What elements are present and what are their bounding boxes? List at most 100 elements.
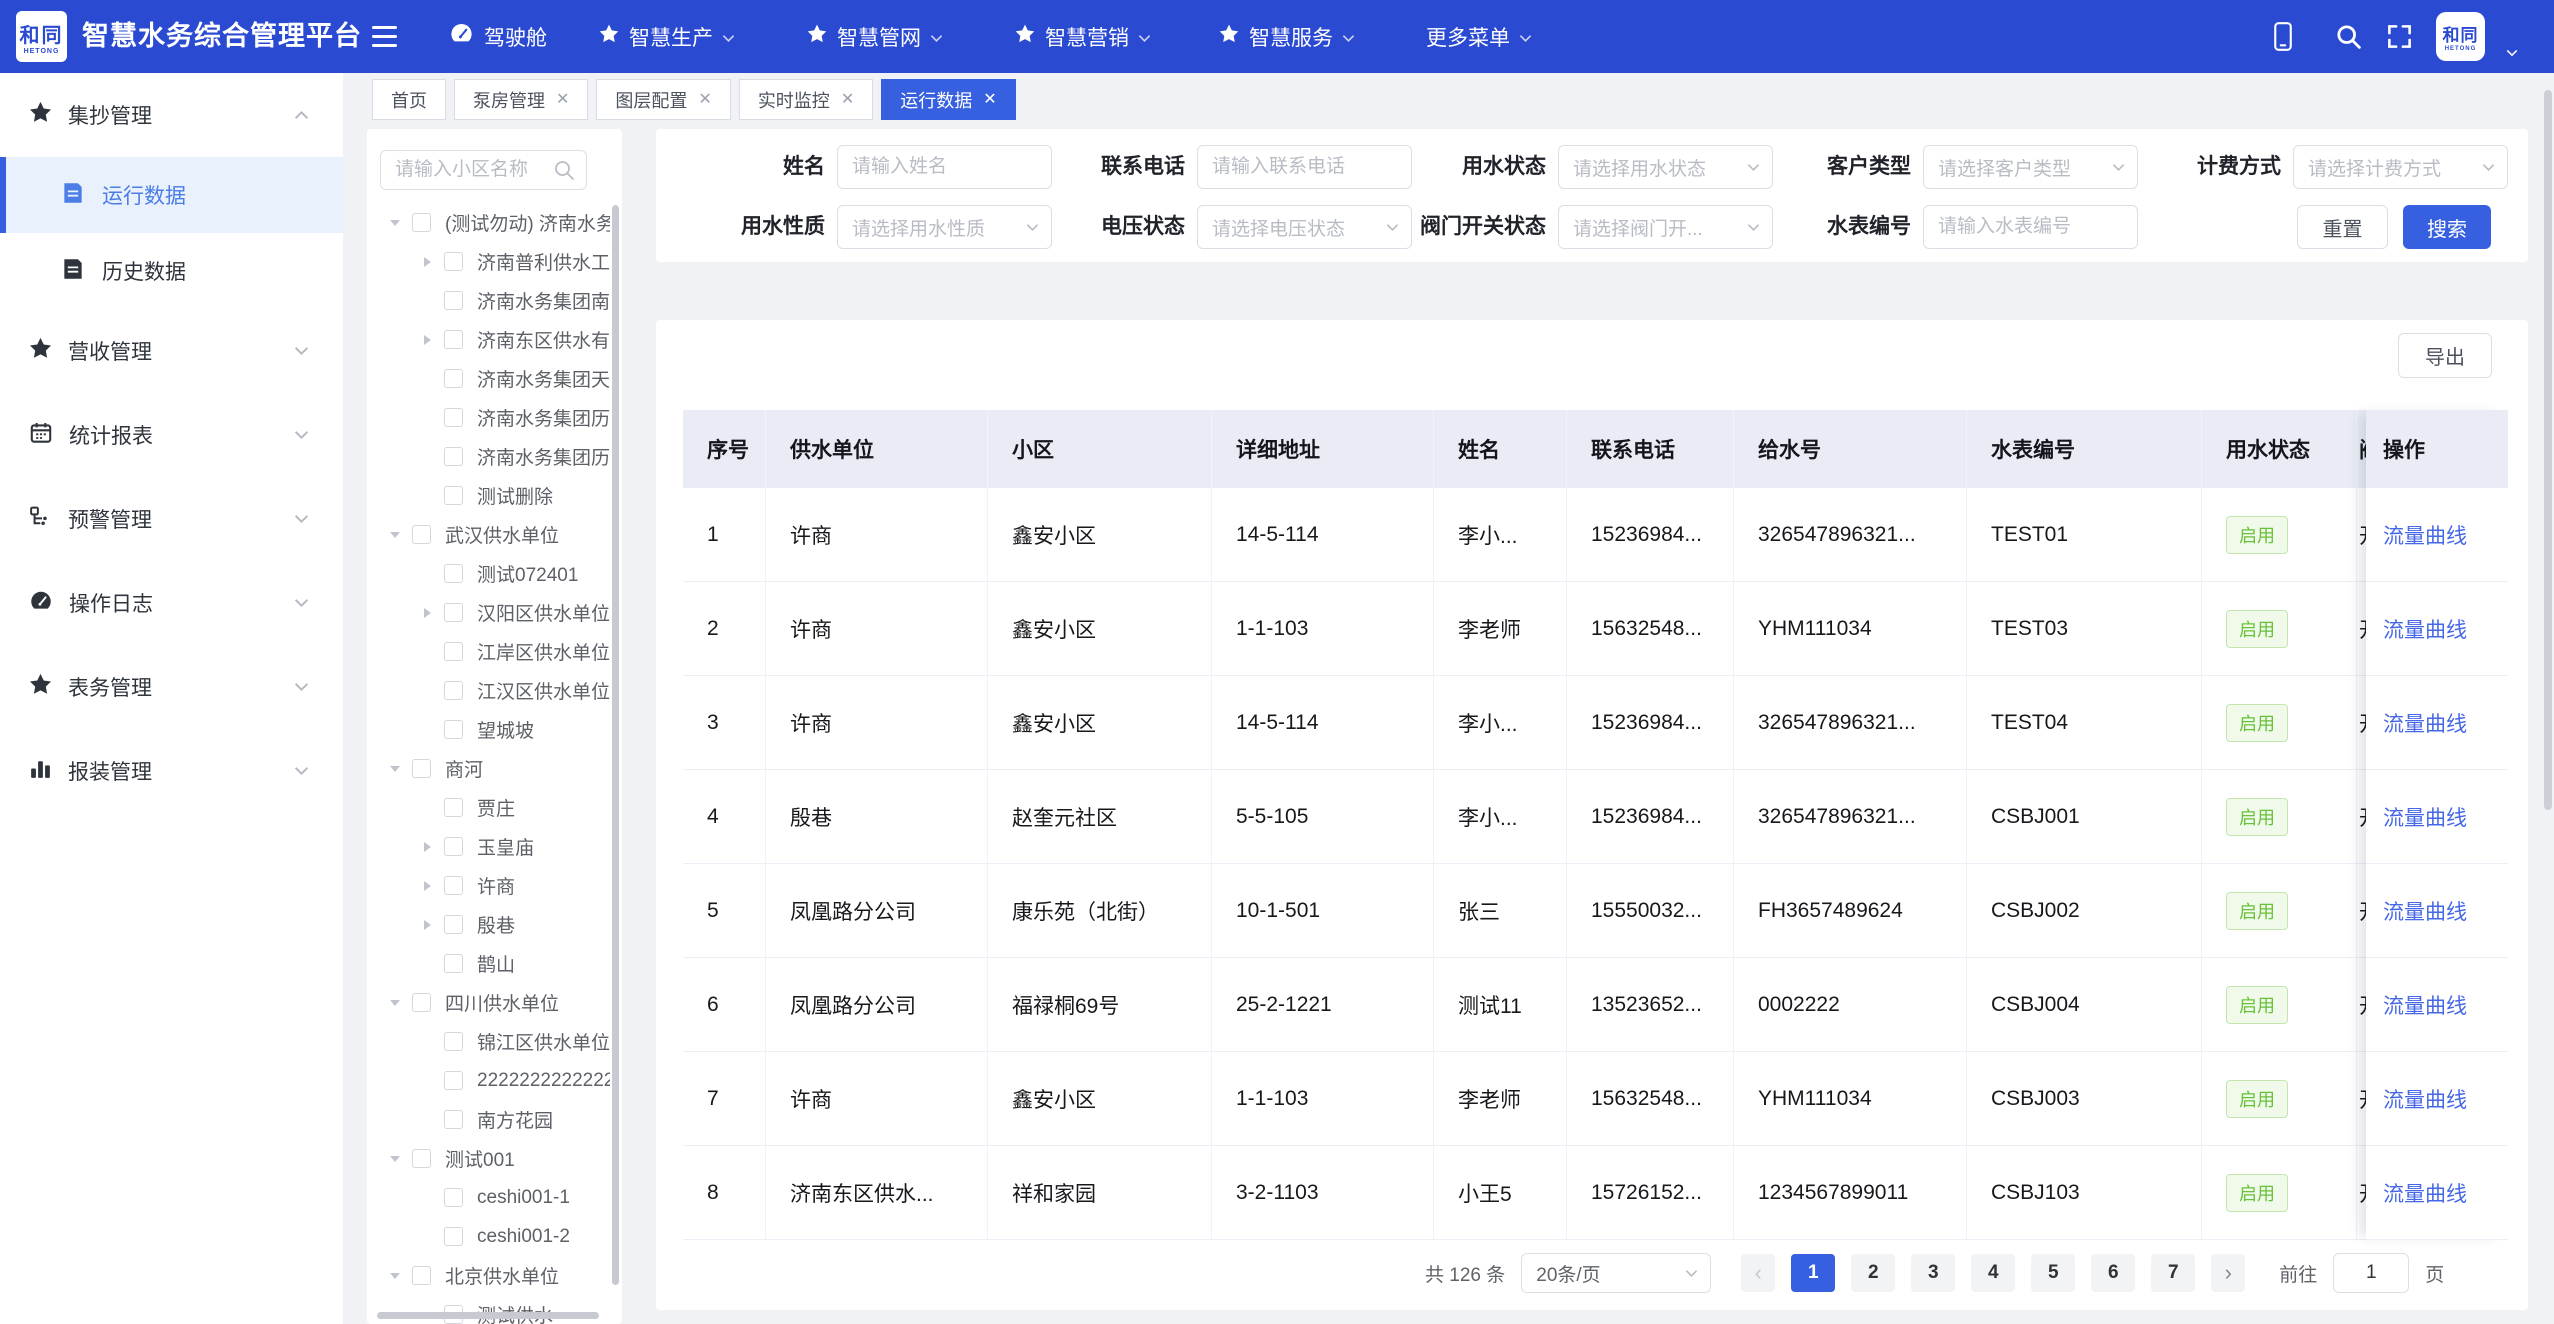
nav-menu-item-2[interactable]: 智慧管网: [806, 0, 943, 73]
filter-select-1-0[interactable]: 请选择用水性质: [837, 205, 1052, 249]
export-button[interactable]: 导出: [2398, 333, 2492, 378]
tree-item-25[interactable]: ceshi001-1: [367, 1178, 610, 1217]
tree-item-10[interactable]: 汉阳区供水单位: [367, 593, 610, 632]
tree-expander-icon[interactable]: [419, 332, 435, 348]
nav-menu-item-5[interactable]: 更多菜单: [1426, 0, 1532, 73]
tree-search-input[interactable]: [381, 159, 552, 181]
flow-curve-link[interactable]: 流量曲线: [2383, 990, 2467, 1020]
tree-item-11[interactable]: 江岸区供水单位: [367, 632, 610, 671]
sidebar-group-5[interactable]: 表务管理: [0, 645, 343, 729]
reset-button[interactable]: 重置: [2297, 205, 2388, 249]
tree-expander-icon[interactable]: [387, 761, 403, 777]
tree-item-28[interactable]: 测试供水: [367, 1295, 610, 1324]
tree-expander-icon[interactable]: [419, 254, 435, 270]
tree-checkbox[interactable]: [444, 798, 463, 817]
tree-checkbox[interactable]: [444, 1032, 463, 1051]
tree-item-6[interactable]: 济南水务集团历: [367, 437, 610, 476]
tree-checkbox[interactable]: [412, 525, 431, 544]
tree-item-26[interactable]: ceshi001-2: [367, 1217, 610, 1256]
tree-item-24[interactable]: 测试001: [367, 1139, 610, 1178]
sidebar-collapse-icon[interactable]: [372, 25, 399, 53]
flow-curve-link[interactable]: 流量曲线: [2383, 1084, 2467, 1114]
flow-curve-link[interactable]: 流量曲线: [2383, 896, 2467, 926]
tree-expander-icon[interactable]: [419, 839, 435, 855]
tree-item-22[interactable]: 2222222222222: [367, 1061, 610, 1100]
search-button[interactable]: 搜索: [2403, 205, 2491, 249]
tree-checkbox[interactable]: [444, 330, 463, 349]
flow-curve-link[interactable]: 流量曲线: [2383, 1178, 2467, 1208]
tree-expander-icon[interactable]: [387, 1151, 403, 1167]
tree-checkbox[interactable]: [444, 603, 463, 622]
tree-checkbox[interactable]: [444, 1188, 463, 1207]
tree-item-14[interactable]: 商河: [367, 749, 610, 788]
tree-checkbox[interactable]: [444, 291, 463, 310]
tab-0[interactable]: 首页: [372, 79, 446, 120]
tree-item-20[interactable]: 四川供水单位: [367, 983, 610, 1022]
tree-checkbox[interactable]: [412, 759, 431, 778]
tree-checkbox[interactable]: [444, 642, 463, 661]
filter-select-1-1[interactable]: 请选择电压状态: [1197, 205, 1412, 249]
filter-select-0-3[interactable]: 请选择客户类型: [1923, 145, 2138, 189]
tree-checkbox[interactable]: [444, 915, 463, 934]
tree-expander-icon[interactable]: [419, 917, 435, 933]
tree-checkbox[interactable]: [444, 837, 463, 856]
sidebar-item-0-1[interactable]: 历史数据: [0, 233, 343, 309]
filter-input-0-1[interactable]: [1197, 145, 1412, 189]
tree-checkbox[interactable]: [444, 369, 463, 388]
filter-select-0-2[interactable]: 请选择用水状态: [1558, 145, 1773, 189]
mobile-icon[interactable]: [2272, 21, 2294, 57]
tree-checkbox[interactable]: [444, 1227, 463, 1246]
tree-item-9[interactable]: 测试072401: [367, 554, 610, 593]
nav-menu-item-0[interactable]: 驾驶舱: [448, 0, 547, 73]
tree-item-23[interactable]: 南方花园: [367, 1100, 610, 1139]
page-button-3[interactable]: 3: [1911, 1254, 1955, 1292]
next-page-button[interactable]: ›: [2211, 1254, 2245, 1292]
close-icon[interactable]: ✕: [841, 92, 854, 108]
sidebar-group-1[interactable]: 营收管理: [0, 309, 343, 393]
sidebar-group-4[interactable]: 操作日志: [0, 561, 343, 645]
tree-item-1[interactable]: 济南普利供水工: [367, 242, 610, 281]
tree-vertical-scrollbar[interactable]: [612, 205, 619, 1285]
flow-curve-link[interactable]: 流量曲线: [2383, 614, 2467, 644]
tree-checkbox[interactable]: [444, 252, 463, 271]
nav-menu-item-1[interactable]: 智慧生产: [598, 0, 735, 73]
tree-checkbox[interactable]: [444, 408, 463, 427]
sidebar-group-6[interactable]: 报装管理: [0, 729, 343, 813]
tree-expander-icon[interactable]: [387, 215, 403, 231]
close-icon[interactable]: ✕: [556, 92, 569, 108]
close-icon[interactable]: ✕: [983, 92, 996, 108]
tab-1[interactable]: 泵房管理✕: [454, 79, 588, 120]
tree-checkbox[interactable]: [444, 720, 463, 739]
tree-item-19[interactable]: 鹊山: [367, 944, 610, 983]
page-scrollbar-thumb[interactable]: [2544, 90, 2552, 810]
prev-page-button[interactable]: ‹: [1741, 1254, 1775, 1292]
sidebar-group-3[interactable]: 预警管理: [0, 477, 343, 561]
sidebar-group-0[interactable]: 集抄管理: [0, 73, 343, 157]
tree-horizontal-scrollbar[interactable]: [377, 1312, 599, 1319]
close-icon[interactable]: ✕: [698, 92, 711, 108]
tree-item-7[interactable]: 测试删除: [367, 476, 610, 515]
tree-item-5[interactable]: 济南水务集团历: [367, 398, 610, 437]
tree-expander-icon[interactable]: [419, 878, 435, 894]
tree-checkbox[interactable]: [444, 447, 463, 466]
tree-checkbox[interactable]: [412, 213, 431, 232]
tree-item-8[interactable]: 武汉供水单位: [367, 515, 610, 554]
page-size-select[interactable]: 20条/页: [1521, 1253, 1711, 1293]
tab-2[interactable]: 图层配置✕: [596, 79, 730, 120]
tree-item-0[interactable]: (测试勿动) 济南水务: [367, 203, 610, 242]
tree-item-17[interactable]: 许商: [367, 866, 610, 905]
search-icon[interactable]: [2334, 22, 2363, 56]
tree-item-4[interactable]: 济南水务集团天: [367, 359, 610, 398]
chevron-down-icon[interactable]: [2506, 44, 2518, 62]
filter-input-0-0[interactable]: [837, 145, 1052, 189]
flow-curve-link[interactable]: 流量曲线: [2383, 708, 2467, 738]
filter-input-1-3[interactable]: [1923, 205, 2138, 249]
page-button-5[interactable]: 5: [2031, 1254, 2075, 1292]
tree-expander-icon[interactable]: [419, 605, 435, 621]
filter-select-1-2[interactable]: 请选择阀门开...: [1558, 205, 1773, 249]
page-button-1[interactable]: 1: [1791, 1254, 1835, 1292]
tree-checkbox[interactable]: [412, 1149, 431, 1168]
tree-checkbox[interactable]: [444, 1110, 463, 1129]
tree-expander-icon[interactable]: [387, 1268, 403, 1284]
page-button-7[interactable]: 7: [2151, 1254, 2195, 1292]
